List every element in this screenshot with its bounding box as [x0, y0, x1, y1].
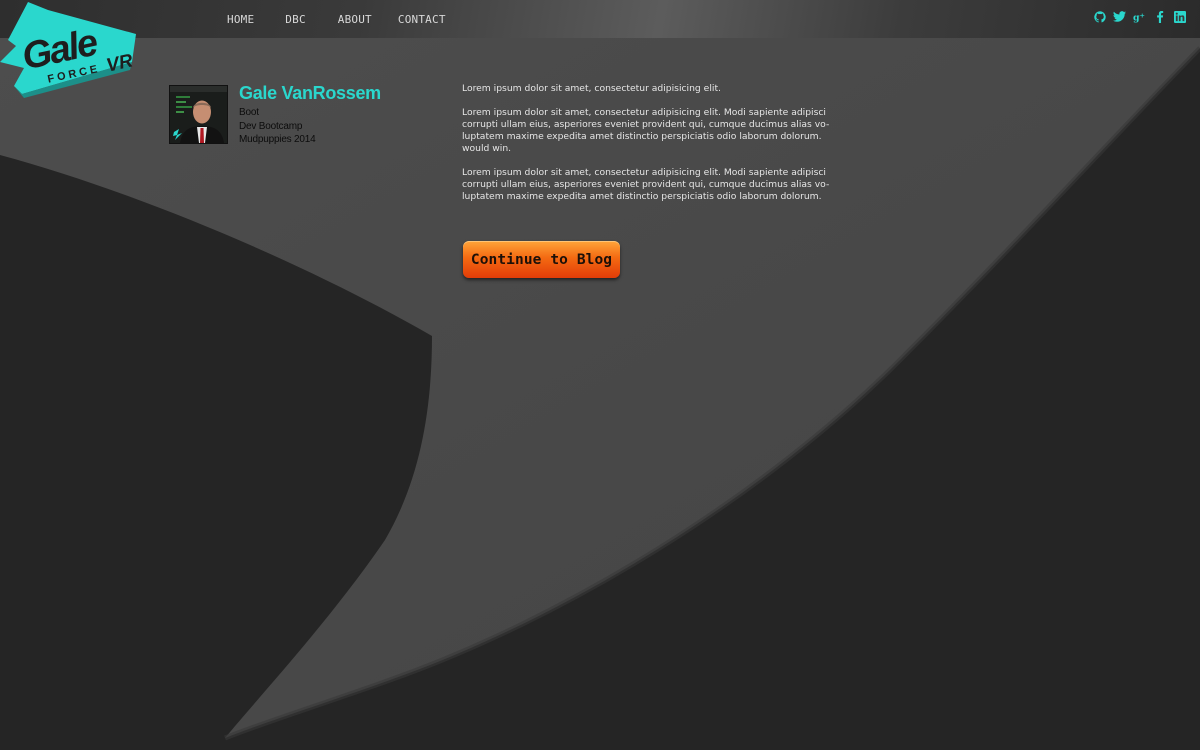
- page: HOME DBC ABOUT CONTACT g + Gale FORCE VR…: [0, 0, 1200, 750]
- avatar: [169, 85, 228, 144]
- paragraph-3: Lorem ipsum dolor sit amet, consectetur …: [462, 167, 830, 202]
- nav-home[interactable]: HOME: [227, 13, 254, 26]
- avatar-photo: [170, 86, 227, 143]
- facebook-icon[interactable]: [1153, 10, 1166, 23]
- main-nav: HOME DBC ABOUT CONTACT: [227, 0, 446, 38]
- google-plus-icon[interactable]: g +: [1133, 10, 1146, 23]
- twitter-icon[interactable]: [1113, 10, 1126, 23]
- nav-about[interactable]: ABOUT: [338, 13, 372, 26]
- github-icon[interactable]: [1093, 10, 1106, 23]
- profile-name: Gale VanRossem: [239, 83, 381, 103]
- social-links: g +: [1093, 10, 1186, 23]
- nav-dbc[interactable]: DBC: [285, 13, 305, 26]
- profile-line-school: Dev Bootcamp: [239, 120, 303, 132]
- logo-vr-text: VR: [105, 51, 135, 77]
- paragraph-1: Lorem ipsum dolor sit amet, consectetur …: [462, 83, 721, 94]
- linkedin-icon[interactable]: [1173, 10, 1186, 23]
- svg-text:+: +: [1140, 11, 1145, 19]
- continue-to-blog-button[interactable]: Continue to Blog: [463, 241, 620, 278]
- intro-text: Lorem ipsum dolor sit amet, consectetur …: [462, 83, 837, 215]
- profile-line-role: Boot: [239, 107, 259, 118]
- nav-contact[interactable]: CONTACT: [398, 13, 446, 26]
- paragraph-2: Lorem ipsum dolor sit amet, consectetur …: [462, 107, 830, 154]
- top-bar: HOME DBC ABOUT CONTACT g +: [0, 0, 1200, 38]
- continue-to-blog-label: Continue to Blog: [470, 251, 613, 268]
- profile-line-cohort: Mudpuppies 2014: [239, 134, 316, 145]
- profile-details: Boot Dev Bootcamp Mudpuppies 2014: [239, 106, 316, 147]
- galeforcevr-logo[interactable]: Gale FORCE VR: [0, 0, 140, 98]
